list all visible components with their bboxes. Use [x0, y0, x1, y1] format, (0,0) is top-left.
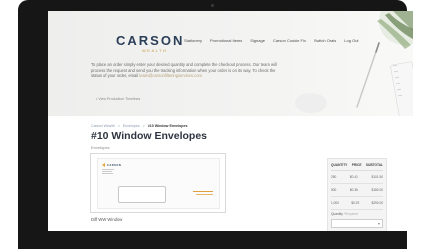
nav-promotional-items[interactable]: Promotional Items: [210, 38, 242, 43]
breadcrumb-separator: >: [117, 124, 120, 128]
return-address-line: [102, 169, 114, 170]
nav-signage[interactable]: Signage: [250, 38, 265, 43]
col-quantity: QUANTITY: [331, 163, 348, 167]
cell-price: $0.29: [351, 201, 360, 205]
col-subtotal: SUBTOTAL: [365, 163, 383, 167]
image-caption: Diff WW Window: [91, 217, 123, 222]
cell-subtotal: $290.00: [371, 201, 383, 205]
production-timelines-label: View Production Timelines: [98, 97, 141, 101]
cell-price: $0.41: [349, 175, 358, 179]
quantity-label-text: Quantity: [331, 212, 343, 216]
hero-banner: CARSON WEALTH Stationery Promotional Ite…: [48, 11, 413, 116]
envelope-accent-line: [193, 191, 213, 192]
camera-dot: [211, 4, 214, 7]
return-address-line: [102, 173, 113, 174]
main-nav: Stationery Promotional Items Signage Car…: [184, 38, 359, 43]
pricing-table-header: QUANTITY PRICE SUBTOTAL: [331, 163, 383, 171]
support-email-link[interactable]: team@carsonfilteringservices.com: [139, 73, 202, 78]
nav-switch-orals[interactable]: Switch Orals: [314, 38, 336, 43]
product-title: #10 Window Envelopes: [91, 130, 208, 142]
table-row: 1,000 $0.29 $290.00: [331, 197, 383, 210]
nav-stationery[interactable]: Stationery: [184, 38, 202, 43]
chevron-down-icon: ▾: [377, 221, 380, 226]
breadcrumb: Carson Wealth > Envelopes > #10 Window E…: [91, 124, 187, 128]
cell-quantity: 1,000: [331, 201, 339, 205]
logo-subtitle: WEALTH: [142, 48, 168, 53]
pricing-table: QUANTITY PRICE SUBTOTAL 250 $0.41 $101.5…: [331, 163, 383, 210]
quantity-select[interactable]: ▾: [331, 219, 383, 228]
envelope-window: [118, 186, 166, 203]
breadcrumb-envelopes[interactable]: Envelopes: [123, 124, 140, 128]
table-row: 500 $0.36 $180.00: [331, 184, 383, 197]
quantity-required-hint: *Required: [343, 212, 358, 216]
envelope-accent-line: [196, 194, 213, 195]
breadcrumb-current: #10 Window Envelopes: [147, 124, 188, 128]
production-timelines-link[interactable]: • View Production Timelines: [96, 97, 140, 101]
cell-quantity: 500: [331, 188, 337, 192]
quantity-label: Quantity *Required: [331, 212, 358, 216]
envelope-logo-text: CARSON: [107, 164, 122, 167]
pricing-panel: QUANTITY PRICE SUBTOTAL 250 $0.41 $101.5…: [327, 158, 387, 231]
cell-price: $0.36: [349, 188, 358, 192]
laptop-bezel: CARSON WEALTH Stationery Promotional Ite…: [18, 0, 413, 249]
nav-log-out[interactable]: Log Out: [344, 38, 358, 43]
envelope-preview: CARSON: [97, 158, 220, 209]
intro-text: To place an order simply enter your desi…: [91, 62, 279, 79]
cell-quantity: 250: [331, 175, 337, 179]
cell-subtotal: $180.00: [371, 188, 383, 192]
product-category: Envelopes: [91, 145, 110, 150]
screen: CARSON WEALTH Stationery Promotional Ite…: [48, 11, 413, 231]
col-price: PRICE: [351, 163, 362, 167]
breadcrumb-home[interactable]: Carson Wealth: [91, 124, 115, 128]
nav-cookie-fix[interactable]: Carson Cookie Fix: [273, 38, 306, 43]
cell-subtotal: $101.50: [371, 175, 383, 179]
product-image[interactable]: CARSON: [90, 153, 226, 213]
table-row: 250 $0.41 $101.50: [331, 171, 383, 184]
desk-items-image: [295, 11, 413, 116]
logo-wordmark: CARSON: [116, 33, 185, 48]
return-address-line: [102, 171, 112, 172]
breadcrumb-separator: >: [142, 124, 145, 128]
